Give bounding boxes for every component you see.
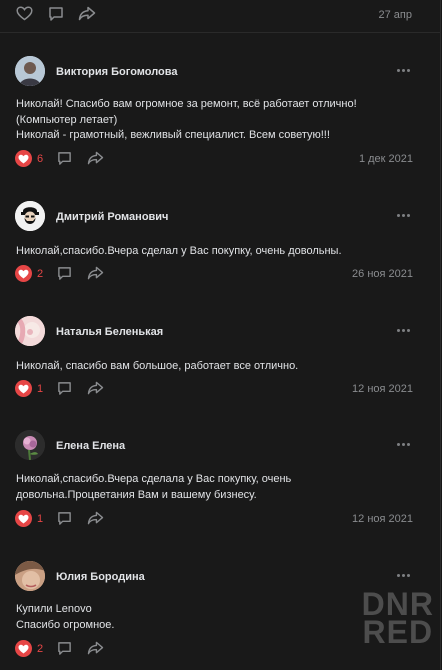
like-button[interactable] [15, 510, 32, 527]
comment-item: Наталья Беленькая Николай, спасибо вам б… [0, 292, 441, 407]
like-button[interactable] [15, 150, 32, 167]
share-icon[interactable] [87, 266, 104, 280]
heart-icon [18, 154, 29, 164]
share-icon[interactable] [87, 641, 104, 655]
comments-panel: 27 апр Виктория Богомолова Николай! Спас… [0, 0, 441, 670]
more-icon[interactable] [397, 214, 411, 218]
heart-icon [18, 384, 29, 394]
comment-author[interactable]: Виктория Богомолова [56, 66, 178, 78]
avatar[interactable] [15, 561, 45, 591]
share-icon[interactable] [87, 151, 104, 165]
comment-item: Виктория Богомолова Николай! Спасибо вам… [0, 33, 441, 177]
comment-icon[interactable] [57, 641, 72, 656]
comment-date[interactable]: 26 ноя 2021 [352, 268, 413, 280]
avatar[interactable] [15, 201, 45, 231]
more-icon[interactable] [397, 329, 411, 333]
share-icon[interactable] [87, 511, 104, 525]
heart-icon [18, 269, 29, 279]
share-icon[interactable] [78, 6, 96, 21]
comment-line: Спасибо огромное. [16, 618, 115, 631]
more-icon[interactable] [397, 574, 411, 578]
comment-text: Николай, спасибо вам большое, работает в… [16, 359, 415, 375]
comment-line: Николай, спасибо вам большое, работает в… [16, 360, 299, 372]
like-count: 1 [37, 513, 44, 525]
comment-text: Николай! Спасибо вам огромное за ремонт,… [16, 97, 415, 144]
comment-author[interactable]: Юлия Бородина [56, 571, 145, 583]
comment-text: Купили Lenovo Спасибо огромное. [16, 602, 415, 633]
more-icon[interactable] [397, 69, 411, 73]
like-count: 6 [37, 153, 44, 165]
comment-date[interactable]: 12 ноя 2021 [352, 383, 413, 395]
post-date: 27 апр [378, 9, 412, 21]
comment-item: Дмитрий Романович Николай,спасибо.Вчера … [0, 177, 441, 292]
comment-text: Николай,спасибо.Вчера сделал у Вас покуп… [16, 244, 415, 260]
comment-line: Купили Lenovo [16, 603, 92, 615]
comment-line: (Компьютер летает) [16, 113, 118, 126]
comment-icon[interactable] [48, 6, 64, 22]
comment-line: довольна.Процветания Вам и вашему бизнес… [16, 488, 257, 501]
comment-icon[interactable] [57, 511, 72, 526]
heart-icon [18, 514, 29, 524]
comment-date[interactable]: 12 ноя 2021 [352, 513, 413, 525]
comment-icon[interactable] [57, 381, 72, 396]
comment-author[interactable]: Наталья Беленькая [56, 326, 163, 338]
comment-author[interactable]: Дмитрий Романович [56, 211, 168, 223]
comment-item: Елена Елена Николай,спасибо.Вчера сделал… [0, 407, 441, 538]
like-count: 2 [37, 268, 44, 280]
more-icon[interactable] [397, 443, 411, 447]
like-button[interactable] [15, 265, 32, 282]
share-icon[interactable] [87, 381, 104, 395]
avatar[interactable] [15, 430, 45, 460]
avatar[interactable] [15, 316, 45, 346]
comment-icon[interactable] [57, 266, 72, 281]
like-button[interactable] [15, 640, 32, 657]
like-count: 2 [37, 643, 44, 655]
comment-line: Николай - грамотный, вежливый специалист… [16, 129, 330, 141]
watermark-logo: DNR RED [362, 588, 434, 650]
like-button[interactable] [15, 380, 32, 397]
comment-author[interactable]: Елена Елена [56, 440, 125, 452]
comment-line: Николай,спасибо.Вчера сделал у Вас покуп… [16, 245, 342, 257]
heart-icon [18, 644, 29, 654]
post-actions: 27 апр [0, 0, 441, 32]
like-count: 1 [37, 383, 44, 395]
comment-text: Николай,спасибо.Вчера сделала у Вас поку… [16, 472, 415, 503]
comment-date[interactable]: 1 дек 2021 [359, 153, 413, 165]
comment-icon[interactable] [57, 151, 72, 166]
comment-line: Николай,спасибо.Вчера сделала у Вас поку… [16, 473, 292, 485]
avatar[interactable] [15, 56, 45, 86]
watermark-line: RED [362, 614, 434, 650]
heart-icon[interactable] [16, 6, 33, 21]
comment-line: Николай! Спасибо вам огромное за ремонт,… [16, 98, 357, 110]
